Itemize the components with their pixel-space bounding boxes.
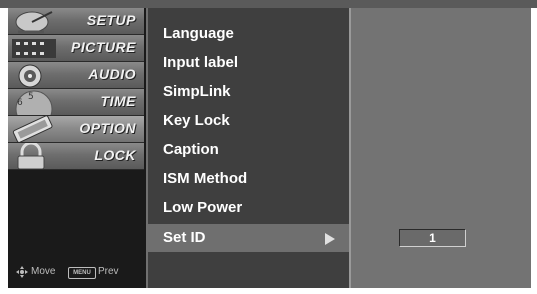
svg-text:5: 5 bbox=[28, 92, 34, 102]
menu-item-caption[interactable]: Caption bbox=[148, 136, 349, 164]
clock-icon: 6 5 bbox=[15, 90, 53, 115]
svg-text:6: 6 bbox=[17, 98, 23, 108]
move-hint: Move bbox=[31, 266, 56, 277]
option-sign-icon bbox=[12, 116, 53, 142]
tab-audio[interactable]: AUDIO bbox=[8, 62, 144, 89]
menu-item-low-power[interactable]: Low Power bbox=[148, 194, 349, 222]
tab-time[interactable]: 6 5 TIME bbox=[8, 89, 144, 116]
menu-item-simplink[interactable]: SimpLink bbox=[148, 78, 349, 106]
arrow-right-icon bbox=[325, 233, 335, 245]
menu-item-ism-method[interactable]: ISM Method bbox=[148, 165, 349, 193]
tab-lock[interactable]: LOCK bbox=[8, 143, 144, 170]
tab-label-option: OPTION bbox=[79, 120, 136, 136]
category-panel: SETUP PICTURE AUDIO 6 5 TIME OPTION LOCK… bbox=[8, 8, 146, 288]
prev-hint: Prev bbox=[98, 266, 119, 277]
menu-item-set-id-label: Set ID bbox=[163, 229, 206, 246]
menu-item-key-lock[interactable]: Key Lock bbox=[148, 107, 349, 135]
tab-picture[interactable]: PICTURE bbox=[8, 35, 144, 62]
menu-item-language[interactable]: Language bbox=[148, 20, 349, 48]
tab-label-picture: PICTURE bbox=[71, 39, 136, 55]
top-strip bbox=[0, 0, 537, 8]
menu-item-input-label[interactable]: Input label bbox=[148, 49, 349, 77]
speaker-icon bbox=[18, 64, 42, 88]
move-icon bbox=[16, 266, 28, 278]
padlock-icon bbox=[17, 143, 45, 169]
nav-hints: Move MENU Prev bbox=[16, 264, 146, 280]
menu-key-icon: MENU bbox=[68, 267, 96, 279]
tab-label-audio: AUDIO bbox=[88, 66, 136, 82]
set-id-value-box[interactable]: 1 bbox=[399, 229, 466, 247]
tab-option[interactable]: OPTION bbox=[8, 116, 144, 143]
menu-item-set-id[interactable]: Set ID bbox=[148, 224, 349, 252]
satellite-dish-icon bbox=[15, 11, 53, 34]
film-icon bbox=[12, 39, 56, 58]
tab-label-setup: SETUP bbox=[86, 12, 136, 28]
tab-setup[interactable]: SETUP bbox=[8, 8, 144, 35]
tab-label-lock: LOCK bbox=[94, 147, 136, 163]
option-menu: Language Input label SimpLink Key Lock C… bbox=[148, 8, 349, 288]
tab-label-time: TIME bbox=[100, 93, 136, 109]
